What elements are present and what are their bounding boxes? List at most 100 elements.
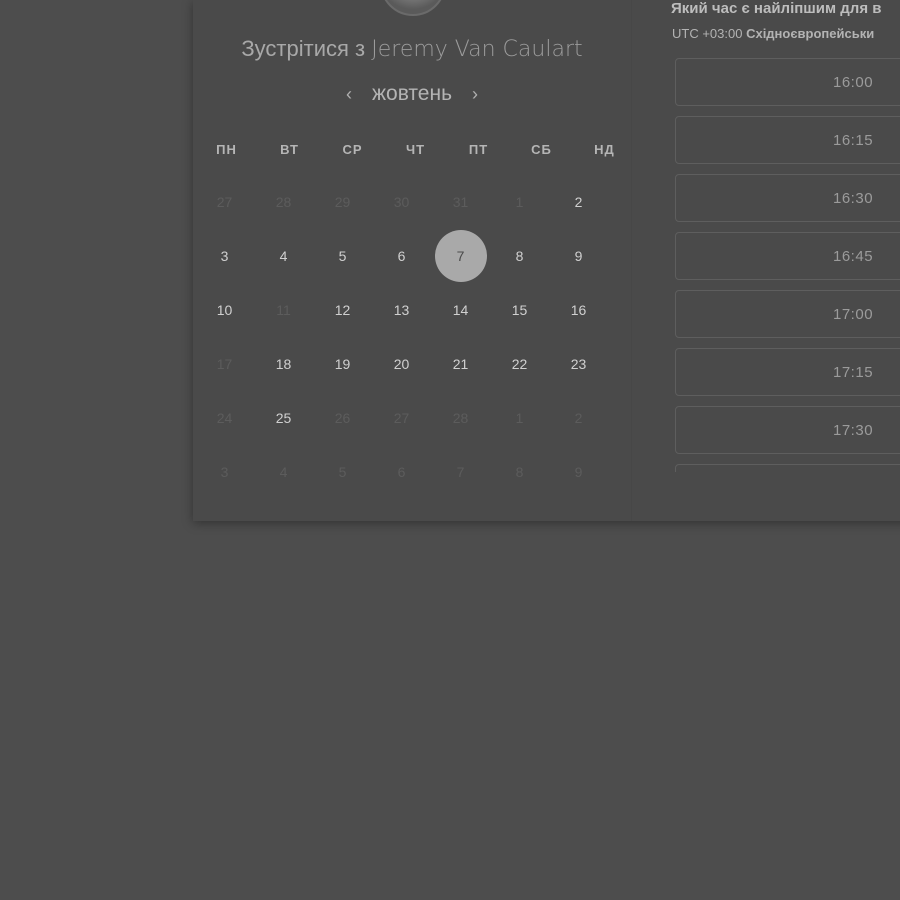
calendar-day[interactable]: 9	[549, 229, 608, 283]
weekday-label: ВТ	[280, 142, 299, 157]
time-question: Який час є найліпшим для в	[671, 0, 882, 17]
day-number: 5	[338, 464, 347, 480]
time-column: Який час є найліпшим для в UTC +03:00 Сх…	[665, 0, 900, 521]
day-grid: 27 28 29 30 31 1 2 3 4 5 6 7 8 9 10 11 12 13 14 15 16 17 18 19 2…	[195, 175, 608, 499]
month-label: жовтень	[371, 82, 453, 105]
calendar-day[interactable]: 5	[313, 229, 372, 283]
day-number: 9	[574, 464, 583, 480]
calendar-day[interactable]: 4	[254, 229, 313, 283]
calendar-day[interactable]: 12	[313, 283, 372, 337]
title-prefix: Зустрітися з	[241, 36, 366, 61]
day-number: 21	[452, 356, 469, 372]
time-slot-button[interactable]: 16:30	[675, 174, 900, 222]
day-number: 9	[574, 248, 583, 264]
calendar-day[interactable]: 21	[431, 337, 490, 391]
calendar-day: 29	[313, 175, 372, 229]
time-slot-button[interactable]: 16:00	[675, 58, 900, 106]
day-number: 13	[393, 302, 410, 318]
calendar-day[interactable]: 14	[431, 283, 490, 337]
calendar-day: 1	[490, 391, 549, 445]
day-number: 27	[393, 410, 410, 426]
calendar-day: 6	[372, 445, 431, 499]
calendar-column: Зустрітися з Jeremy Van Caulart ‹ жовтен…	[193, 0, 632, 521]
time-slot-list: 16:00 16:15 16:30 16:45 17:00 17:15 17:30	[675, 58, 900, 472]
calendar-day[interactable]: 18	[254, 337, 313, 391]
day-number: 27	[216, 194, 233, 210]
timezone-name: Східноєвропейськи	[746, 26, 875, 41]
calendar-day-selected[interactable]: 7	[431, 229, 490, 283]
day-number: 1	[515, 410, 524, 426]
time-slot-button[interactable]: 17:30	[675, 406, 900, 454]
day-number: 17	[216, 356, 233, 372]
calendar-day[interactable]: 6	[372, 229, 431, 283]
day-number: 4	[279, 464, 288, 480]
calendar-day[interactable]: 22	[490, 337, 549, 391]
weekday-label: ПН	[216, 142, 237, 157]
chevron-right-icon[interactable]: ›	[468, 84, 482, 105]
day-number: 6	[397, 464, 406, 480]
calendar-day: 28	[431, 391, 490, 445]
calendar-day: 9	[549, 445, 608, 499]
day-number: 15	[511, 302, 528, 318]
day-number: 26	[334, 410, 351, 426]
day-number: 10	[216, 302, 233, 318]
calendar-day: 24	[195, 391, 254, 445]
day-number: 14	[452, 302, 469, 318]
day-number: 24	[216, 410, 233, 426]
booking-page: Зустрітися з Jeremy Van Caulart ‹ жовтен…	[0, 0, 900, 900]
day-number: 2	[574, 410, 583, 426]
day-number: 7	[456, 464, 465, 480]
calendar-day: 27	[372, 391, 431, 445]
calendar-day: 7	[431, 445, 490, 499]
calendar-day[interactable]: 20	[372, 337, 431, 391]
day-number: 23	[570, 356, 587, 372]
day-number: 25	[275, 410, 292, 426]
calendar-day[interactable]: 19	[313, 337, 372, 391]
weekday-label: СР	[342, 142, 363, 157]
time-slot-button[interactable]: 17:15	[675, 348, 900, 396]
day-number: 19	[334, 356, 351, 372]
weekday-label: СБ	[531, 142, 552, 157]
calendar-day: 30	[372, 175, 431, 229]
calendar-day[interactable]: 10	[195, 283, 254, 337]
day-number: 5	[338, 248, 347, 264]
calendar-day[interactable]: 15	[490, 283, 549, 337]
calendar-day: 28	[254, 175, 313, 229]
time-slot-button[interactable]: 17:00	[675, 290, 900, 338]
time-slot-button[interactable]: 16:45	[675, 232, 900, 280]
day-number: 11	[276, 302, 291, 318]
calendar-day[interactable]: 8	[490, 229, 549, 283]
timezone-label[interactable]: UTC +03:00 Східноєвропейськи	[672, 26, 874, 41]
calendar-day: 8	[490, 445, 549, 499]
calendar-day: 5	[313, 445, 372, 499]
calendar-day: 2	[549, 391, 608, 445]
calendar-day[interactable]: 3	[195, 229, 254, 283]
host-name: Jeremy Van Caulart	[371, 37, 583, 62]
calendar-day[interactable]: 23	[549, 337, 608, 391]
weekday-label: НД	[594, 142, 615, 157]
avatar	[380, 0, 446, 16]
calendar-day[interactable]: 2	[549, 175, 608, 229]
day-number: 12	[334, 302, 351, 318]
day-number: 22	[511, 356, 528, 372]
timezone-offset: UTC +03:00	[672, 26, 743, 41]
day-number: 31	[452, 194, 469, 210]
day-number: 28	[452, 410, 469, 426]
time-slot-button[interactable]: 16:15	[675, 116, 900, 164]
calendar-day: 11	[254, 283, 313, 337]
time-slot-button[interactable]	[675, 464, 900, 472]
day-number: 29	[334, 194, 351, 210]
calendar-day[interactable]: 25	[254, 391, 313, 445]
booking-panel: Зустрітися з Jeremy Van Caulart ‹ жовтен…	[193, 0, 900, 521]
page-title: Зустрітися з Jeremy Van Caulart	[193, 36, 631, 62]
calendar-day[interactable]: 16	[549, 283, 608, 337]
day-number: 16	[570, 302, 587, 318]
day-number: 18	[275, 356, 292, 372]
calendar-day[interactable]: 13	[372, 283, 431, 337]
day-number: 3	[220, 464, 229, 480]
day-number: 28	[275, 194, 292, 210]
chevron-left-icon[interactable]: ‹	[342, 84, 356, 105]
day-number: 6	[397, 248, 406, 264]
day-number: 4	[279, 248, 288, 264]
calendar-day: 4	[254, 445, 313, 499]
